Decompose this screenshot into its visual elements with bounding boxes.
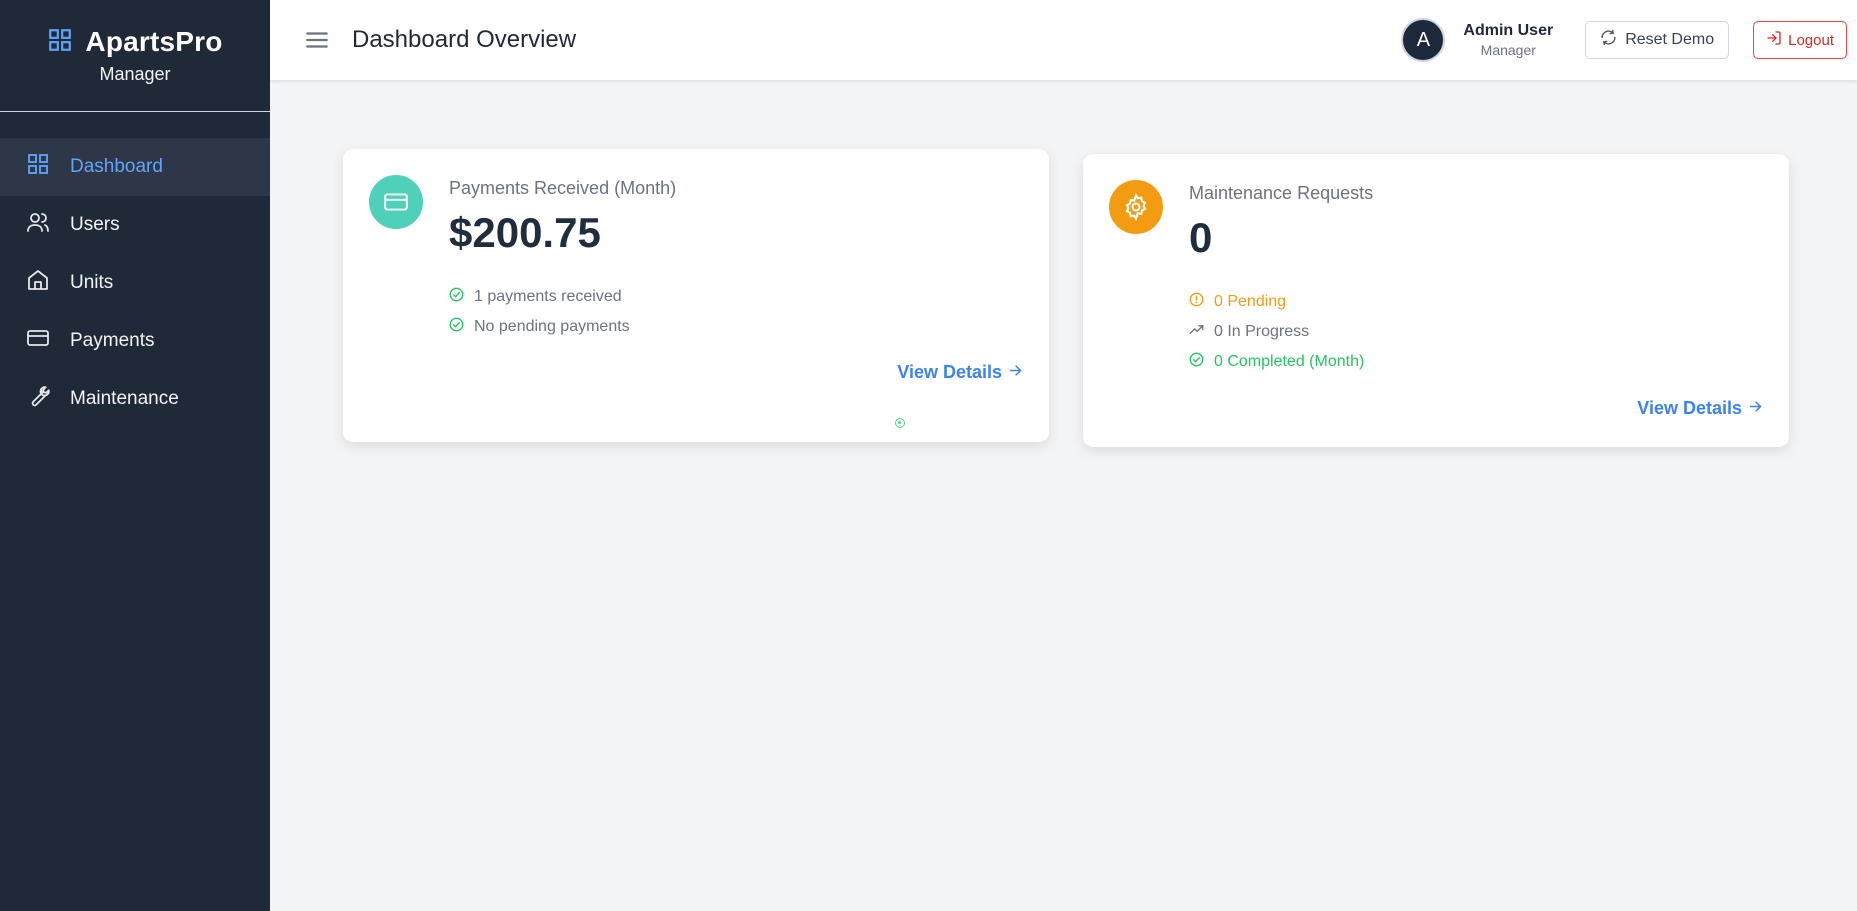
avatar[interactable]: A (1401, 18, 1446, 62)
page-title: Dashboard Overview (352, 26, 577, 53)
reset-demo-button[interactable]: Reset Demo (1585, 21, 1730, 59)
sidebar-item-payments[interactable]: Payments (0, 312, 270, 370)
brand-subtitle: Manager (99, 64, 171, 84)
sidebar-item-users[interactable]: Users (0, 196, 270, 254)
alert-circle-icon (1189, 292, 1204, 312)
arrow-right-icon (1008, 362, 1023, 383)
check-circle-icon (1189, 352, 1204, 372)
reset-demo-label: Reset Demo (1625, 31, 1715, 48)
user-name: Admin User (1463, 22, 1554, 39)
users-icon (26, 210, 50, 240)
sidebar-nav: Dashboard Users Units Payments Maintenan… (0, 138, 270, 428)
view-details-link[interactable]: View Details (1637, 398, 1763, 419)
user-info: Admin User Manager (1463, 22, 1553, 58)
brand: ApartsPro Manager (0, 0, 270, 112)
home-icon (26, 268, 50, 298)
payments-card: Payments Received (Month) $200.75 1 paym… (343, 149, 1049, 442)
stat-text: No pending payments (474, 318, 630, 335)
sidebar-item-label: Units (70, 272, 114, 293)
logout-button[interactable]: Logout (1753, 21, 1847, 59)
stat-text: 1 payments received (474, 288, 622, 305)
arrow-right-icon (1748, 398, 1763, 419)
grid-icon (26, 152, 50, 182)
maintenance-card: Maintenance Requests 0 0 Pending 0 In Pr… (1083, 154, 1789, 447)
check-circle-icon (449, 287, 464, 307)
grid-icon (47, 27, 73, 58)
stat-text: 0 Pending (1214, 293, 1287, 310)
credit-card-icon (26, 326, 50, 356)
sidebar-item-maintenance[interactable]: Maintenance (0, 370, 270, 428)
sidebar-item-dashboard[interactable]: Dashboard (0, 138, 270, 196)
card-value: 0 (1189, 214, 1213, 261)
brand-title: ApartsPro (85, 26, 223, 57)
sidebar-item-label: Users (70, 214, 120, 235)
sidebar-item-units[interactable]: Units (0, 254, 270, 312)
gear-icon (1109, 180, 1163, 234)
view-details-label: View Details (897, 362, 1002, 382)
stat-item: 0 Pending (1189, 287, 1364, 317)
sidebar-item-label: Dashboard (70, 156, 163, 177)
trending-up-icon (1189, 322, 1204, 342)
card-value: $200.75 (449, 209, 601, 256)
sidebar-item-label: Maintenance (70, 388, 179, 409)
view-details-link[interactable]: View Details (897, 362, 1023, 383)
stat-text: 0 Completed (Month) (1214, 353, 1365, 370)
credit-card-icon (369, 175, 423, 229)
logout-icon (1766, 30, 1782, 50)
stat-item: No pending payments (449, 312, 630, 342)
stat-item: 1 payments received (449, 282, 630, 312)
stat-item: 0 In Progress (1189, 317, 1364, 347)
stat-text: 0 In Progress (1214, 323, 1310, 340)
stat-item: 0 Completed (Month) (1189, 347, 1364, 377)
stat-list: 1 payments received No pending payments (449, 282, 630, 342)
logout-label: Logout (1788, 31, 1834, 49)
hamburger-menu-icon[interactable] (304, 27, 330, 53)
sidebar-item-label: Payments (70, 330, 155, 351)
card-label: Payments Received (Month) (449, 178, 677, 198)
wrench-icon (26, 384, 50, 414)
top-header: Dashboard Overview A Admin User Manager … (270, 0, 1857, 80)
card-label: Maintenance Requests (1189, 183, 1374, 203)
stat-list: 0 Pending 0 In Progress 0 Completed (Mon… (1189, 287, 1364, 377)
view-details-label: View Details (1637, 398, 1742, 418)
sidebar: ApartsPro Manager Dashboard Users Units (0, 0, 270, 911)
status-dot (895, 418, 905, 428)
refresh-icon (1600, 29, 1617, 51)
check-circle-icon (449, 317, 464, 337)
user-role: Manager (1480, 42, 1536, 58)
